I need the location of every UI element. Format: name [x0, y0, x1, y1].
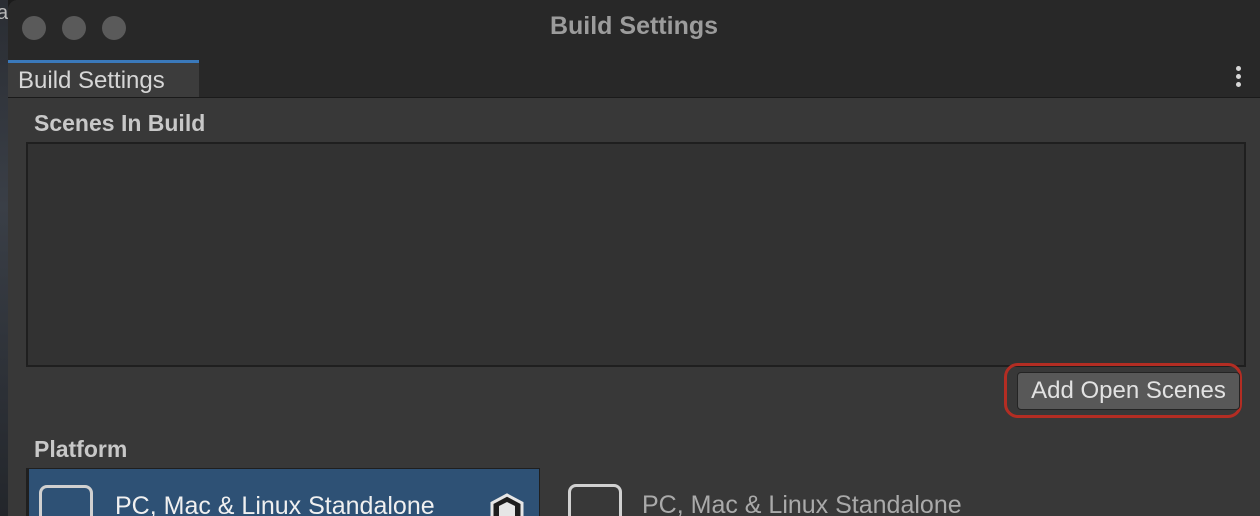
window-title: Build Settings: [549, 12, 719, 40]
monitor-icon: [39, 485, 93, 516]
scenes-in-build-label: Scenes In Build: [34, 110, 206, 136]
add-open-scenes-button[interactable]: Add Open Scenes: [1017, 372, 1240, 410]
build-settings-window: Build Settings Build Settings Scenes In …: [8, 0, 1260, 516]
tab-build-settings[interactable]: Build Settings: [8, 60, 199, 97]
platform-label: Platform: [34, 436, 128, 462]
title-bar[interactable]: Build Settings: [8, 0, 1260, 57]
background-app-text: a: [0, 2, 9, 24]
platform-list: PC, Mac & Linux Standalone: [26, 468, 540, 516]
platform-item-standalone[interactable]: PC, Mac & Linux Standalone: [560, 468, 1060, 516]
unity-logo-icon: [490, 493, 524, 516]
platform-item-standalone-selected[interactable]: PC, Mac & Linux Standalone: [27, 469, 539, 516]
tab-bar: Build Settings: [8, 56, 1260, 98]
platform-item-label: PC, Mac & Linux Standalone: [115, 492, 435, 516]
more-options-icon[interactable]: [1236, 66, 1242, 88]
monitor-icon: [568, 484, 622, 516]
scenes-list[interactable]: [26, 142, 1246, 367]
background-app-edge: a: [0, 0, 8, 516]
platform-item-label: PC, Mac & Linux Standalone: [642, 491, 962, 516]
